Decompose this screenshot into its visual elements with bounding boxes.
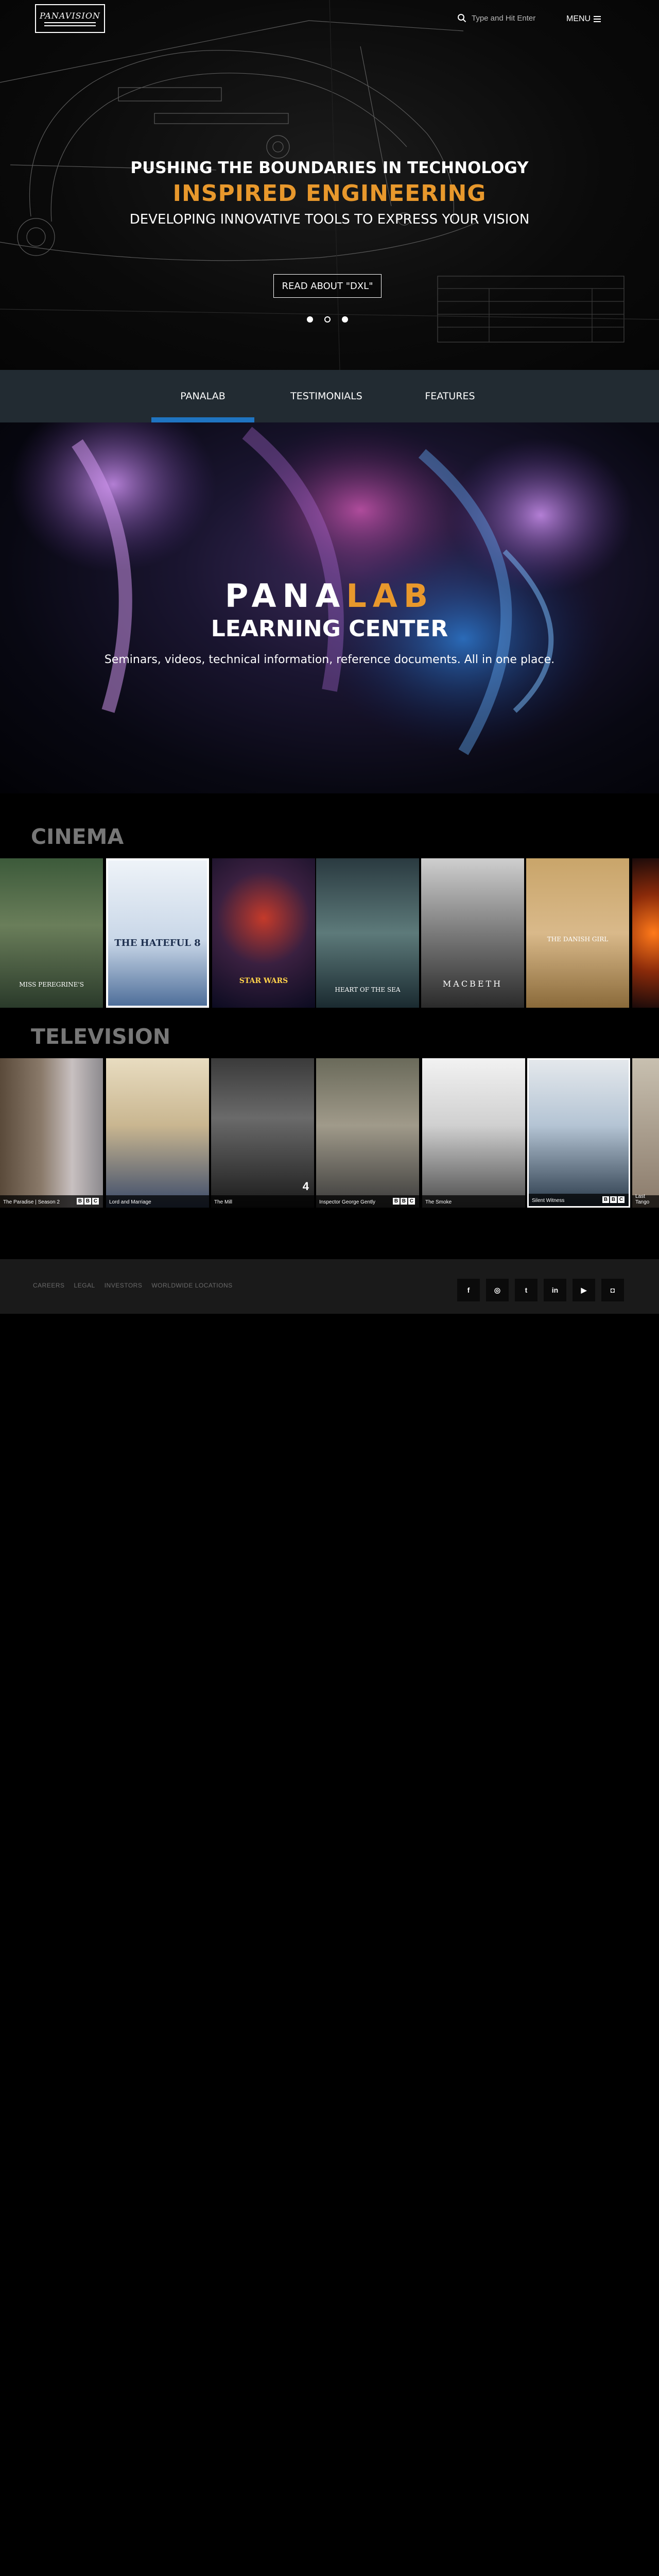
show-title: The Smoke bbox=[425, 1199, 452, 1205]
carousel-dot-1[interactable] bbox=[307, 316, 313, 323]
footer-link-worldwide-locations[interactable]: WORLDWIDE LOCATIONS bbox=[151, 1282, 232, 1289]
show-card[interactable]: Lord and Marriage bbox=[106, 1058, 209, 1208]
show-card[interactable]: Silent Witness BBC bbox=[527, 1058, 630, 1208]
show-card[interactable]: The Mill 4 bbox=[211, 1058, 314, 1208]
section-tabs: PANALAB TESTIMONIALS FEATURES bbox=[0, 370, 659, 422]
cinema-row: MISS PEREGRINE'S THE HATEFUL 8 STAR WARS… bbox=[0, 858, 659, 1008]
show-card[interactable]: Inspector George Gently BBC bbox=[316, 1058, 419, 1208]
show-title: The Paradise | Season 2 bbox=[3, 1199, 60, 1205]
read-about-dxl-button[interactable]: READ ABOUT "DXL" bbox=[273, 274, 381, 298]
tab-testimonials[interactable]: TESTIMONIALS bbox=[275, 370, 378, 422]
footer-link-careers[interactable]: CAREERS bbox=[33, 1282, 65, 1289]
bbc-logo: BBC bbox=[77, 1198, 99, 1205]
show-title: The Mill bbox=[214, 1199, 233, 1205]
hamburger-icon bbox=[594, 16, 601, 22]
television-heading: TELEVISION bbox=[31, 1024, 171, 1049]
tab-panalab[interactable]: PANALAB bbox=[151, 370, 254, 422]
instagram-icon[interactable]: ◎ bbox=[486, 1279, 509, 1301]
menu-button[interactable]: MENU bbox=[566, 14, 601, 24]
bbc-logo: BBC bbox=[602, 1196, 625, 1203]
search-bar bbox=[457, 13, 559, 23]
panalab-copy: PANALAB LEARNING CENTER Seminars, videos… bbox=[0, 577, 659, 666]
panalab-wordmark-pana: PANA bbox=[224, 577, 346, 615]
panalab-wordmark-lab: LAB bbox=[346, 577, 435, 615]
poster-card[interactable]: STAR WARS bbox=[212, 858, 315, 1008]
cinema-heading: CINEMA bbox=[31, 824, 124, 849]
show-card[interactable]: Last Tango bbox=[632, 1058, 659, 1208]
logo-wordmark: PANAVISION bbox=[40, 11, 100, 21]
panalab-banner[interactable]: PANALAB LEARNING CENTER Seminars, videos… bbox=[0, 422, 659, 793]
search-input[interactable] bbox=[472, 13, 559, 23]
linkedin-icon[interactable]: in bbox=[544, 1279, 566, 1301]
hero-title: INSPIRED ENGINEERING bbox=[172, 180, 487, 207]
twitter-icon[interactable]: t bbox=[515, 1279, 537, 1301]
footer: CAREERS LEGAL INVESTORS WORLDWIDE LOCATI… bbox=[0, 1259, 659, 1314]
tab-testimonials-label: TESTIMONIALS bbox=[290, 391, 362, 402]
search-icon[interactable] bbox=[457, 13, 466, 23]
tab-panalab-label: PANALAB bbox=[180, 391, 226, 402]
tab-active-indicator bbox=[151, 417, 254, 422]
panavision-logo[interactable]: PANAVISION bbox=[35, 4, 105, 33]
poster-card[interactable]: MACBETH bbox=[421, 858, 524, 1008]
tab-features[interactable]: FEATURES bbox=[398, 370, 501, 422]
menu-label: MENU bbox=[566, 14, 591, 23]
show-title: Silent Witness bbox=[532, 1198, 565, 1204]
show-card[interactable]: The Paradise | Season 2 BBC bbox=[0, 1058, 103, 1208]
facebook-icon[interactable]: f bbox=[457, 1279, 480, 1301]
poster-title: MACBETH bbox=[442, 979, 503, 989]
panalab-title: LEARNING CENTER bbox=[211, 616, 448, 642]
hero-kicker: PUSHING THE BOUNDARIES IN TECHNOLOGY bbox=[130, 159, 529, 177]
show-title: Lord and Marriage bbox=[109, 1199, 151, 1205]
poster-card[interactable]: THE DANISH GIRL bbox=[526, 858, 629, 1008]
youtube-icon[interactable]: ▶ bbox=[573, 1279, 595, 1301]
poster-title: THE HATEFUL 8 bbox=[114, 938, 201, 948]
television-row: The Paradise | Season 2 BBC Lord and Mar… bbox=[0, 1058, 659, 1208]
poster-title: STAR WARS bbox=[239, 977, 288, 985]
show-title: Last Tango bbox=[635, 1194, 650, 1205]
poster-title: MISS PEREGRINE'S bbox=[19, 981, 84, 988]
footer-link-investors[interactable]: INVESTORS bbox=[105, 1282, 143, 1289]
poster-card[interactable] bbox=[632, 858, 659, 1008]
instagram-alt-icon[interactable]: ◘ bbox=[601, 1279, 624, 1301]
carousel-dot-3[interactable] bbox=[342, 316, 348, 323]
show-card[interactable]: The Smoke bbox=[422, 1058, 525, 1208]
poster-card[interactable]: HEART OF THE SEA bbox=[316, 858, 419, 1008]
channel4-logo: 4 bbox=[302, 1180, 309, 1193]
footer-links: CAREERS LEGAL INVESTORS WORLDWIDE LOCATI… bbox=[33, 1282, 233, 1289]
carousel-dots bbox=[307, 316, 348, 323]
footer-link-legal[interactable]: LEGAL bbox=[74, 1282, 95, 1289]
poster-title: HEART OF THE SEA bbox=[335, 986, 401, 993]
tab-features-label: FEATURES bbox=[425, 391, 475, 402]
hero-subtitle: DEVELOPING INNOVATIVE TOOLS TO EXPRESS Y… bbox=[129, 212, 530, 227]
social-links: f ◎ t in ▶ ◘ bbox=[457, 1279, 624, 1301]
show-title: Inspector George Gently bbox=[319, 1199, 375, 1205]
poster-title: THE DANISH GIRL bbox=[547, 936, 609, 943]
poster-card[interactable]: MISS PEREGRINE'S bbox=[0, 858, 103, 1008]
panalab-wordmark: PANALAB bbox=[0, 577, 659, 615]
carousel-dot-2[interactable] bbox=[324, 316, 331, 323]
hero-section: PANAVISION MENU PUSHING THE BOUNDARIES I… bbox=[0, 0, 659, 370]
hero-copy: PUSHING THE BOUNDARIES IN TECHNOLOGY INS… bbox=[0, 159, 659, 227]
panalab-description: Seminars, videos, technical information,… bbox=[104, 653, 555, 666]
bbc-logo: BBC bbox=[393, 1198, 415, 1205]
poster-card[interactable]: THE HATEFUL 8 bbox=[106, 858, 209, 1008]
